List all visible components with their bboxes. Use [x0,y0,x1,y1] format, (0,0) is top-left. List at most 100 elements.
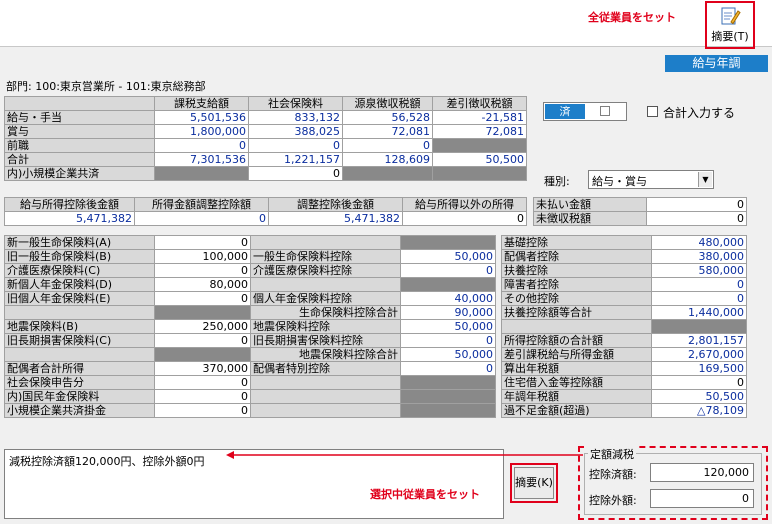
disabled-cell [400,389,496,404]
cell-value: 50,000 [400,319,496,334]
cell-value: 1,221,157 [248,152,343,167]
cell-value[interactable]: 388,025 [248,124,343,139]
row-label: 扶養控除 [501,263,652,278]
row-label: 旧一般生命保険料(B) [4,249,155,264]
summary-t-button[interactable]: 摘要(T) [708,3,752,47]
disabled-cell [154,347,251,362]
cell-value: -21,581 [432,110,527,125]
cell-value: 0 [651,277,747,292]
cell-value[interactable]: 0 [154,291,251,306]
row-label [4,347,155,362]
disabled-cell [400,235,496,250]
table-row: 賞与 1,800,000 388,025 72,081 72,081 [4,124,527,139]
cell-value[interactable]: 0 [154,403,251,418]
cell-value: 169,500 [651,361,747,376]
cell-value[interactable]: 0 [402,211,527,226]
cell-value[interactable]: 0 [154,263,251,278]
disabled-cell [400,277,496,292]
cell-value: 380,000 [651,249,747,264]
department-label: 部門: 100:東京営業所 - 101:東京総務部 [6,80,206,93]
deducted-amount-label: 控除済額: [589,468,637,481]
cell-value[interactable]: 72,081 [342,124,433,139]
table-row: 前職 0 0 0 [4,138,527,153]
row-label: 小規模企業共済掛金 [4,403,155,418]
cell-value: 50,500 [432,152,527,167]
row-label: 住宅借入金等控除額 [501,375,652,390]
cell-value[interactable]: 250,000 [154,319,251,334]
done-toggle-off-box [600,106,610,116]
cell-value: 580,000 [651,263,747,278]
done-toggle[interactable]: 済 [543,102,627,121]
cell-value[interactable]: 0 [154,333,251,348]
cell-value[interactable]: 0 [154,375,251,390]
cell-value[interactable]: 5,501,536 [154,110,249,125]
row-label: 未徴収税額 [533,211,647,226]
cell-value[interactable]: 56,528 [342,110,433,125]
disabled-cell [651,319,747,334]
cell-value[interactable]: 1,800,000 [154,124,249,139]
cell-value: 5,471,382 [268,211,403,226]
table-row: 過不足金額(超過) △78,109 [501,403,747,418]
cell-value[interactable]: 80,000 [154,277,251,292]
row-label: 介護医療保険料(C) [4,263,155,278]
arrow-left-icon [226,451,583,459]
table-row: 基礎控除 480,000 [501,235,747,250]
row-label: 賞与 [4,124,155,139]
table-header: 調整控除後金額 [268,197,403,212]
row-label [250,235,401,250]
table-header: 源泉徴収税額 [342,96,433,111]
table-row: 生命保険料控除合計 90,000 [4,305,496,320]
table-row: 合計 7,301,536 1,221,157 128,609 50,500 [4,152,527,167]
cell-value[interactable]: 370,000 [154,361,251,376]
table-row: 旧個人年金保険料(E) 0 個人年金保険料控除 40,000 [4,291,496,306]
table-row: 新個人年金保険料(D) 80,000 [4,277,496,292]
cell-value[interactable]: 100,000 [154,249,251,264]
disabled-cell [432,166,527,181]
type-select[interactable]: 給与・賞与 ▼ [588,170,714,189]
table-row: 地震保険料控除合計 50,000 [4,347,496,362]
table-row: 旧長期損害保険料(C) 0 旧長期損害保険料控除 0 [4,333,496,348]
chevron-down-icon[interactable]: ▼ [698,172,712,187]
cell-value[interactable]: 833,132 [248,110,343,125]
cell-value[interactable]: 0 [248,138,343,153]
table-row: 5,471,382 0 5,471,382 0 [4,211,527,226]
cell-value[interactable]: 0 [154,235,251,250]
row-label: 社会保険申告分 [4,375,155,390]
cell-value: 0 [400,263,496,278]
cell-value: 128,609 [342,152,433,167]
row-label: 前職 [4,138,155,153]
cell-value[interactable]: 0 [154,389,251,404]
disabled-cell [342,166,433,181]
fixed-tax-reduction-title: 定額減税 [588,446,636,462]
table-row: その他控除 0 [501,291,747,306]
row-label: 配偶者合計所得 [4,361,155,376]
cell-value[interactable]: 0 [134,211,269,226]
cell-value[interactable]: 0 [342,138,433,153]
row-label [4,305,155,320]
excluded-amount-label: 控除外額: [589,494,637,507]
table-row: 障害者控除 0 [501,277,747,292]
excluded-amount-field[interactable]: 0 [650,489,754,508]
cell-value[interactable]: 0 [154,138,249,153]
deducted-amount-field[interactable]: 120,000 [650,463,754,482]
cell-value: 50,000 [400,347,496,362]
row-label: 配偶者控除 [501,249,652,264]
row-label: 旧長期損害保険料控除 [250,333,401,348]
cell-value[interactable]: 0 [248,166,343,181]
cell-value[interactable]: 0 [646,197,747,212]
cell-value[interactable]: 0 [651,375,747,390]
row-label: 過不足金額(超過) [501,403,652,418]
row-label: その他控除 [501,291,652,306]
total-input-checkbox[interactable] [647,106,658,117]
table-header: 給与所得以外の所得 [402,197,527,212]
table-row: 配偶者控除 380,000 [501,249,747,264]
table-header [4,96,155,111]
salary-summary-table: 課税支給額 社会保険料 源泉徴収税額 差引徴収税額 給与・手当 5,501,53… [4,96,527,181]
table-row: 配偶者合計所得 370,000 配偶者特別控除 0 [4,361,496,376]
cell-value: 1,440,000 [651,305,747,320]
table-row: 未徴収税額 0 [533,211,747,226]
table-row: 算出年税額 169,500 [501,361,747,376]
memo-text: 減税控除済額120,000円、控除外額0円 [9,455,205,468]
summary-k-button[interactable]: 摘要(K) [514,467,554,499]
cell-value[interactable]: 0 [646,211,747,226]
